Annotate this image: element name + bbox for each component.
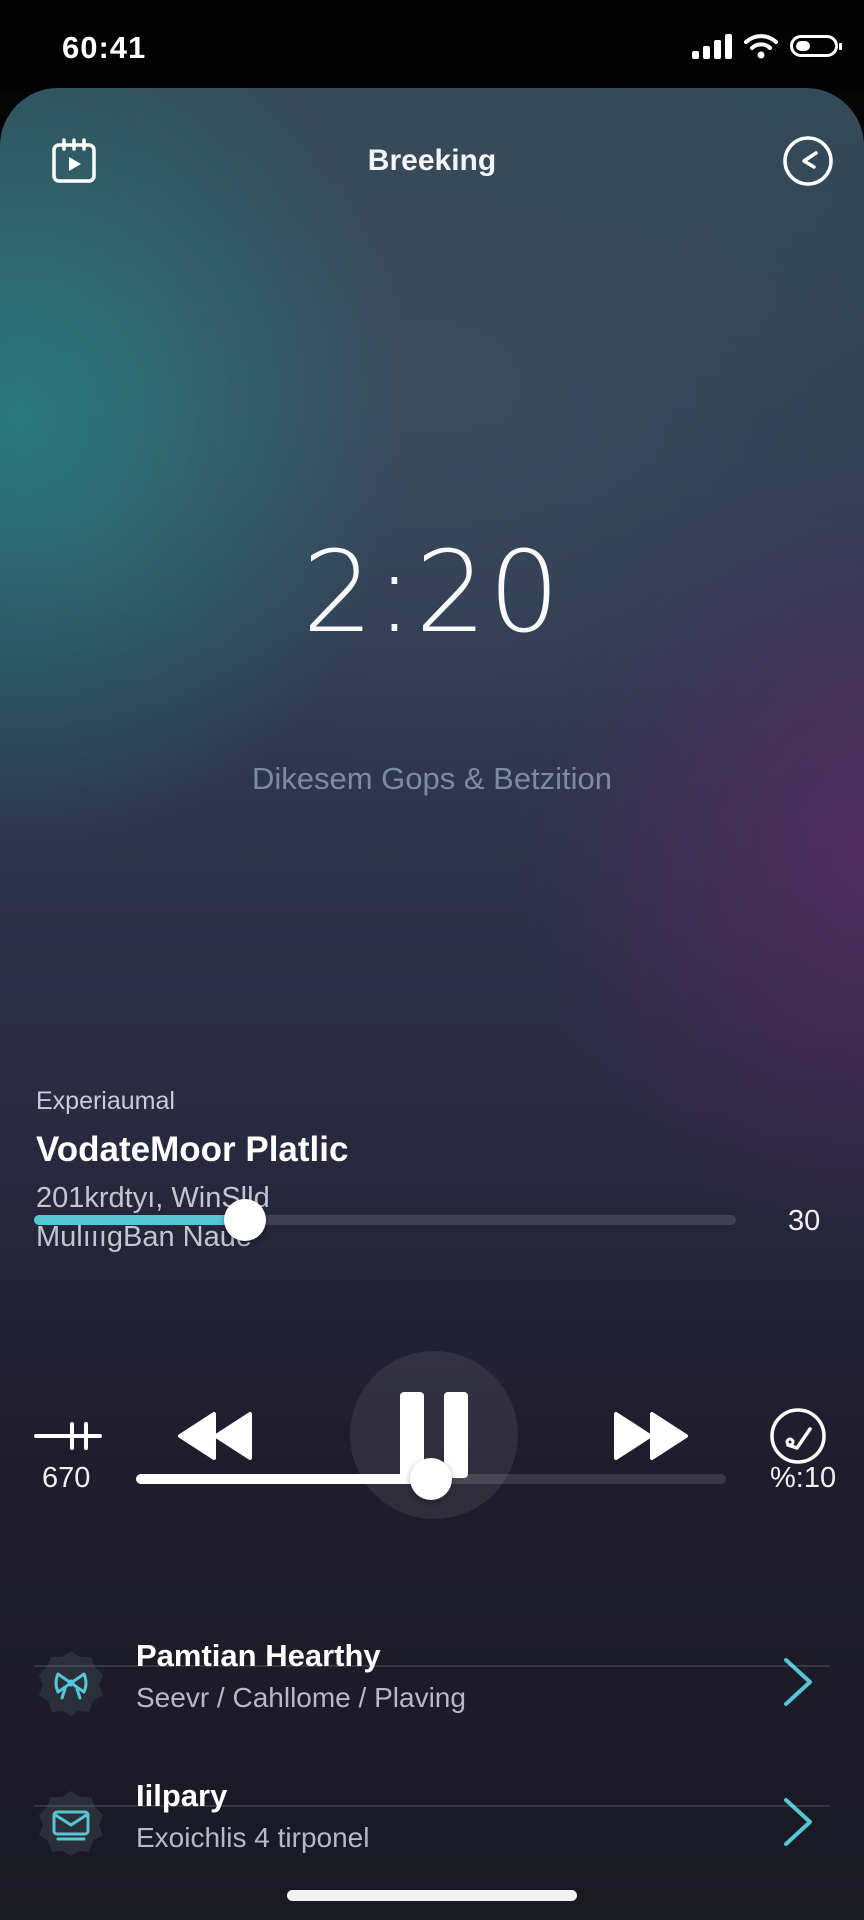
progress-slider[interactable] xyxy=(34,1215,736,1225)
rewind-icon xyxy=(178,1412,252,1460)
list-item-badge xyxy=(36,1648,106,1718)
equalizer-button[interactable] xyxy=(28,1404,108,1468)
list-item-subtitle: Exoichlis 4 tirponel xyxy=(136,1822,370,1853)
ribbon-badge-icon xyxy=(39,1651,103,1716)
volume-right-label: %:10 xyxy=(770,1462,837,1494)
progress-fill xyxy=(34,1215,245,1225)
home-indicator[interactable] xyxy=(287,1890,577,1901)
volume-thumb[interactable] xyxy=(410,1458,452,1500)
rewind-button[interactable] xyxy=(170,1398,260,1474)
track-genre: Experiaumal xyxy=(36,1087,175,1115)
player-card: Breeking 2:20 Dikesem Gops & Betzition E… xyxy=(0,88,864,1920)
list-divider xyxy=(34,1805,830,1807)
track-title: VodateMoor Platlic xyxy=(36,1130,349,1169)
clock-display: 2:20 xyxy=(302,528,562,658)
check-button[interactable] xyxy=(764,1404,832,1468)
equalizer-icon xyxy=(34,1422,102,1450)
mail-badge-icon xyxy=(39,1791,103,1856)
list-divider xyxy=(34,1665,830,1667)
fast-forward-button[interactable] xyxy=(606,1398,696,1474)
chevron-right-icon xyxy=(784,1798,812,1846)
progress-thumb[interactable] xyxy=(223,1199,266,1241)
status-time: 60:41 xyxy=(62,30,147,65)
volume-left-label: 670 xyxy=(42,1462,91,1494)
check-circle-icon xyxy=(770,1408,826,1464)
status-icons xyxy=(692,33,842,59)
track-meta-line2: MulıııgBan Naue xyxy=(36,1221,253,1253)
fast-forward-icon xyxy=(614,1412,688,1460)
chevron-right-icon xyxy=(784,1658,812,1706)
list-item-title: Iilpary xyxy=(136,1778,228,1813)
timer-button[interactable] xyxy=(780,133,836,189)
wifi-icon xyxy=(744,34,778,59)
list-item-title: Pamtian Hearthy xyxy=(136,1638,381,1673)
cellular-signal-icon xyxy=(692,33,732,59)
list-item[interactable]: Iilpary Exoichlis 4 tirponel xyxy=(0,1752,864,1890)
list-item[interactable]: Pamtian Hearthy Seevr / Cahllome / Plavi… xyxy=(0,1612,864,1750)
clock-subtitle: Dikesem Gops & Betzition xyxy=(251,761,613,796)
list-item-subtitle: Seevr / Cahllome / Plaving xyxy=(136,1682,466,1713)
volume-fill xyxy=(136,1474,431,1484)
status-bar: 60:41 xyxy=(0,0,864,92)
progress-end-label: 30 xyxy=(788,1205,821,1237)
battery-icon xyxy=(790,35,842,57)
timer-icon xyxy=(783,136,833,186)
list-item-badge xyxy=(36,1788,106,1858)
page-title: Breeking xyxy=(367,144,497,177)
